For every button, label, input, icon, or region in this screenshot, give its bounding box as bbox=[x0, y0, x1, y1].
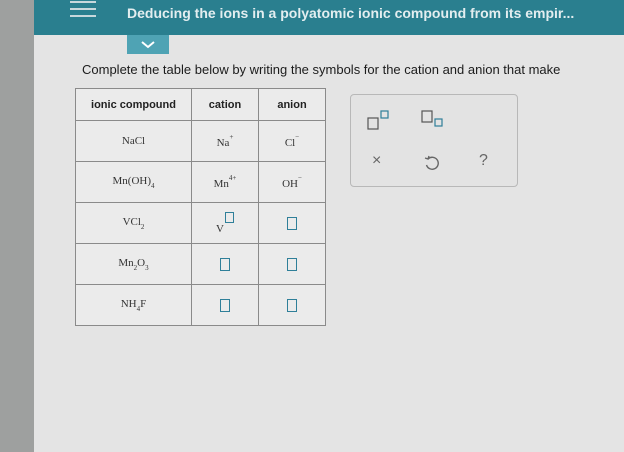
superscript-template-icon[interactable] bbox=[367, 109, 393, 131]
app-header: Deducing the ions in a polyatomic ionic … bbox=[34, 0, 624, 35]
cation-symbol: Na bbox=[216, 137, 230, 149]
clear-icon[interactable]: × bbox=[372, 152, 381, 170]
anion-cell: Cl− bbox=[258, 120, 326, 162]
table-header-row: ionic compound cation anion bbox=[75, 88, 326, 121]
compound-cell: NH4F bbox=[75, 284, 192, 326]
subscript-template-icon[interactable] bbox=[421, 109, 447, 131]
anion-cell bbox=[258, 243, 326, 285]
compound-subscript: 3 bbox=[145, 263, 149, 272]
table-row: Mn2O3 bbox=[75, 243, 326, 285]
cation-input[interactable] bbox=[220, 257, 230, 271]
cation-symbol: V bbox=[216, 222, 224, 235]
table-row: VCl2 V bbox=[75, 202, 326, 244]
anion-input[interactable] bbox=[287, 298, 297, 312]
anion-input[interactable] bbox=[287, 216, 297, 230]
cation-charge: + bbox=[229, 133, 234, 141]
cation-input[interactable] bbox=[220, 298, 230, 312]
table-row: NaCl Na+ Cl− bbox=[75, 120, 326, 162]
compound-formula: Mn(OH) bbox=[112, 174, 152, 187]
compound-formula: VCl bbox=[122, 215, 141, 228]
left-edge bbox=[0, 0, 34, 452]
anion-symbol: Cl bbox=[284, 137, 296, 149]
chevron-down-icon bbox=[141, 41, 155, 49]
compound-element: NH bbox=[120, 297, 137, 310]
collapse-button[interactable] bbox=[127, 35, 169, 54]
cation-charge: 4+ bbox=[228, 174, 237, 182]
compound-cell: Mn(OH)4 bbox=[75, 161, 192, 203]
anion-cell bbox=[258, 202, 326, 244]
cation-cell: Na+ bbox=[191, 120, 259, 162]
anion-cell: OH− bbox=[258, 161, 326, 203]
table-row: Mn(OH)4 Mn4+ OH− bbox=[75, 161, 326, 203]
cation-cell bbox=[191, 284, 259, 326]
compound-subscript: 4 bbox=[151, 181, 155, 190]
cation-cell bbox=[191, 243, 259, 285]
menu-icon[interactable] bbox=[70, 0, 96, 18]
compound-formula: NaCl bbox=[121, 135, 146, 147]
compound-cell: NaCl bbox=[75, 120, 192, 162]
table-row: NH4F bbox=[75, 284, 326, 326]
compound-subscript: 2 bbox=[140, 222, 145, 231]
help-icon[interactable]: ? bbox=[479, 152, 488, 170]
answer-palette: × ? bbox=[350, 94, 518, 187]
anion-cell bbox=[258, 284, 326, 326]
page-title: Deducing the ions in a polyatomic ionic … bbox=[127, 5, 575, 21]
compound-element: Mn bbox=[118, 256, 134, 269]
cation-cell: V bbox=[191, 202, 259, 244]
undo-icon[interactable] bbox=[424, 155, 440, 171]
cation-charge-input[interactable] bbox=[224, 211, 234, 223]
header-ionic-compound: ionic compound bbox=[75, 88, 192, 121]
compound-cell: VCl2 bbox=[75, 202, 192, 244]
header-cation: cation bbox=[191, 88, 259, 121]
anion-symbol: OH bbox=[282, 178, 298, 190]
compound-element: F bbox=[140, 297, 147, 310]
ions-table: ionic compound cation anion NaCl Na+ Cl−… bbox=[75, 88, 326, 326]
compound-element: O bbox=[137, 256, 146, 269]
anion-input[interactable] bbox=[287, 257, 297, 271]
anion-charge: − bbox=[297, 174, 302, 182]
header-anion: anion bbox=[258, 88, 326, 121]
compound-cell: Mn2O3 bbox=[75, 243, 192, 285]
anion-charge: − bbox=[295, 133, 300, 141]
instructions-text: Complete the table below by writing the … bbox=[82, 62, 561, 77]
cation-symbol: Mn bbox=[213, 178, 229, 190]
cation-cell: Mn4+ bbox=[191, 161, 259, 203]
